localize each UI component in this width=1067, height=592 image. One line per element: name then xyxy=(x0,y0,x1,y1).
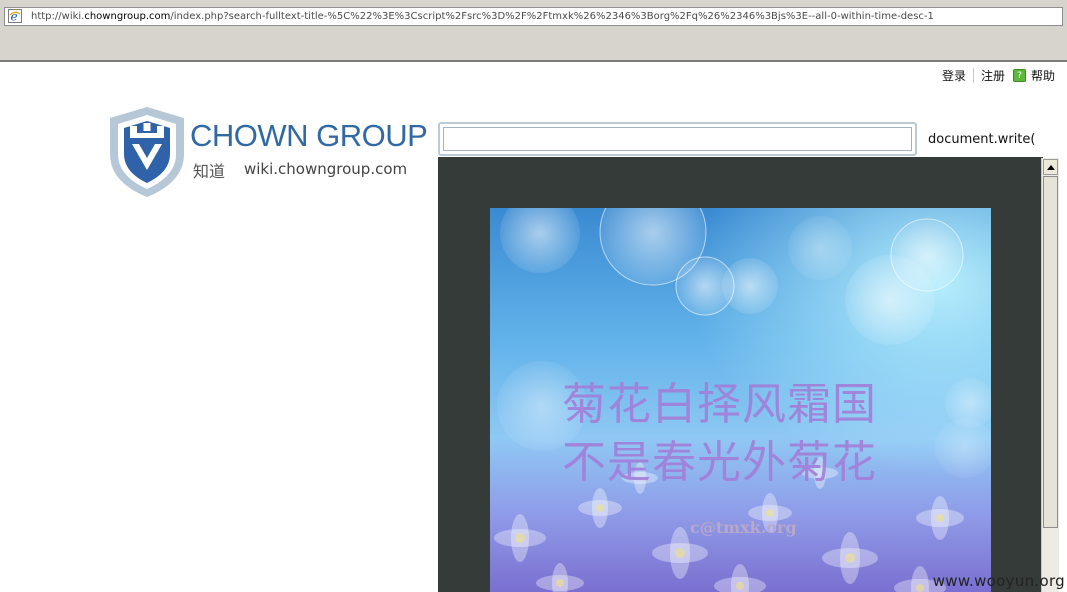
logo-title: CHOWN GROUP xyxy=(190,118,428,153)
site-watermark: www.wooyun.org xyxy=(932,572,1065,590)
browser-toolbar: e http://wiki.chowngroup.com/index.php?s… xyxy=(0,0,1067,62)
url-text[interactable]: http://wiki.chowngroup.com/index.php?sea… xyxy=(31,10,934,23)
injected-script-text: document.write(' xyxy=(928,132,1036,147)
help-icon[interactable]: ? xyxy=(1012,69,1026,82)
ie-page-icon: e xyxy=(8,9,22,23)
search-input[interactable] xyxy=(438,122,917,156)
image-credit: c@tmxk.org xyxy=(690,518,797,537)
logo-url: wiki.chowngroup.com xyxy=(244,160,408,178)
search-input-inner xyxy=(443,127,912,151)
logo-subtitle: 知道 xyxy=(193,162,226,181)
poem-line-2: 不是春光外菊花 xyxy=(562,437,877,488)
help-link[interactable]: 帮助 xyxy=(1031,67,1055,84)
login-link[interactable]: 登录 xyxy=(942,67,966,84)
scroll-up-arrow-icon[interactable] xyxy=(1043,159,1058,175)
divider xyxy=(972,68,974,83)
shield-logo-icon xyxy=(110,107,184,197)
site-logo[interactable]: CHOWN GROUP 知道 wiki.chowngroup.com xyxy=(106,104,436,200)
address-bar[interactable]: e http://wiki.chowngroup.com/index.php?s… xyxy=(4,7,1063,26)
poem-line-1: 菊花白择风霜国 xyxy=(562,379,877,430)
register-link[interactable]: 注册 xyxy=(981,67,1005,84)
injected-image: 菊花白择风霜国 不是春光外菊花 c@tmxk.org xyxy=(490,208,991,592)
top-links: 登录 注册 ? 帮助 xyxy=(942,67,1055,84)
scroll-thumb[interactable] xyxy=(1043,176,1058,528)
vertical-scrollbar[interactable] xyxy=(1041,158,1059,592)
svg-text:e: e xyxy=(11,10,18,24)
